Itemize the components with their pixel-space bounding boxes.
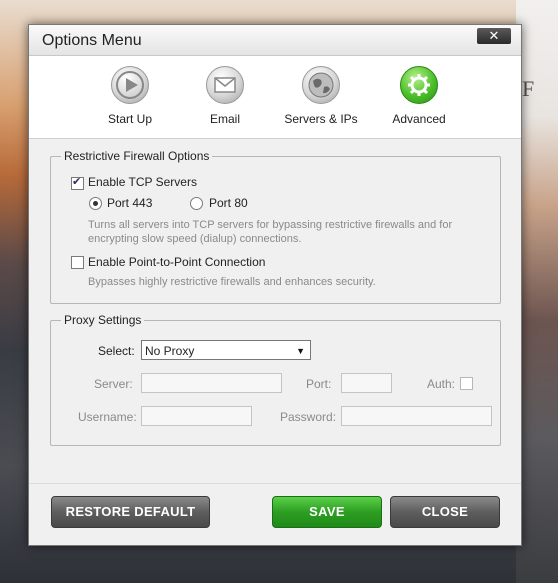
gear-icon <box>400 66 438 104</box>
advanced-options-panel: Restrictive Firewall Options Enable TCP … <box>29 139 521 545</box>
firewall-group-legend: Restrictive Firewall Options <box>61 149 213 163</box>
tab-label: Start Up <box>107 112 152 126</box>
close-window-button[interactable]: ✕ <box>477 28 511 44</box>
proxy-type-select[interactable]: No Proxy ▼ <box>141 340 311 360</box>
port-80-label: Port 80 <box>209 196 248 210</box>
username-input[interactable] <box>141 406 252 426</box>
port-label: Port: <box>306 377 332 391</box>
globe-icon <box>302 66 340 104</box>
options-toolbar: Start Up Email Servers & IPs Advanced <box>29 56 521 139</box>
tab-email[interactable]: Email <box>180 66 270 126</box>
save-button[interactable]: SAVE <box>272 496 382 528</box>
port-80-radio[interactable] <box>190 197 203 210</box>
proxy-select-value: No Proxy <box>145 344 195 358</box>
restore-default-button[interactable]: RESTORE DEFAULT <box>51 496 210 528</box>
enable-tcp-label: Enable TCP Servers <box>88 175 197 189</box>
port-443-label: Port 443 <box>107 196 153 210</box>
auth-label: Auth: <box>427 377 456 391</box>
tab-advanced[interactable]: Advanced <box>374 66 464 126</box>
password-input[interactable] <box>341 406 492 426</box>
tcp-description: Turns all servers into TCP servers for b… <box>88 219 453 245</box>
title-bar: Options Menu ✕ <box>29 25 521 56</box>
play-icon <box>111 66 149 104</box>
password-label: Password: <box>280 410 337 424</box>
envelope-icon <box>206 66 244 104</box>
footer-divider <box>29 483 521 484</box>
chevron-down-icon: ▼ <box>296 346 305 356</box>
firewall-options-group: Restrictive Firewall Options Enable TCP … <box>50 149 501 304</box>
options-dialog: Options Menu ✕ Start Up Email Servers & … <box>28 24 522 546</box>
server-input[interactable] <box>141 373 282 393</box>
port-input[interactable] <box>341 373 392 393</box>
tab-label: Advanced <box>392 112 446 126</box>
tab-label: Email <box>209 112 240 126</box>
port-443-radio[interactable] <box>89 197 102 210</box>
enable-p2p-label: Enable Point-to-Point Connection <box>88 255 266 269</box>
enable-p2p-checkbox[interactable] <box>71 256 84 269</box>
proxy-group-legend: Proxy Settings <box>61 313 145 327</box>
close-button[interactable]: CLOSE <box>390 496 500 528</box>
tab-label: Servers & IPs <box>284 112 358 126</box>
window-title: Options Menu <box>42 32 142 49</box>
username-label: Username: <box>78 410 137 424</box>
background-letter: F <box>522 76 535 101</box>
p2p-description: Bypasses highly restrictive firewalls an… <box>88 276 376 288</box>
server-label: Server: <box>94 377 133 391</box>
proxy-select-label: Select: <box>98 344 135 358</box>
tab-servers-ips[interactable]: Servers & IPs <box>276 66 366 126</box>
auth-checkbox[interactable] <box>460 377 473 390</box>
tab-start-up[interactable]: Start Up <box>85 66 175 126</box>
enable-tcp-checkbox[interactable] <box>71 175 84 190</box>
proxy-settings-group: Proxy Settings Select: No Proxy ▼ Server… <box>50 313 501 446</box>
